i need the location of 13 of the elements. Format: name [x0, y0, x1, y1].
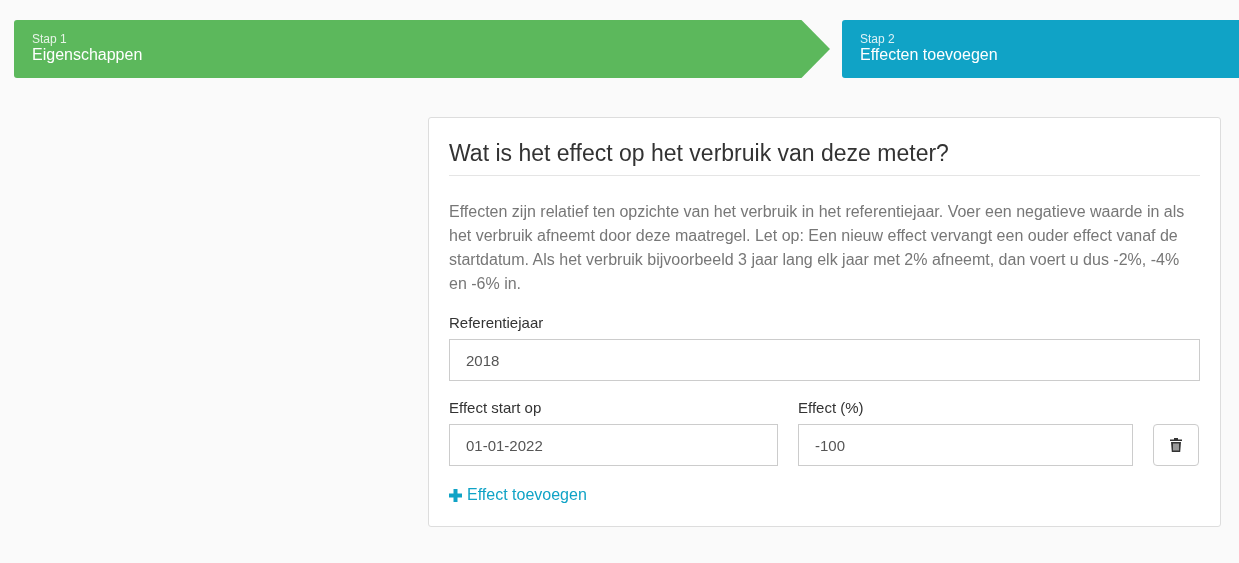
reference-year-field[interactable]: 2018 — [449, 339, 1200, 381]
field-label: Effect start op — [449, 399, 543, 416]
wizard-step[interactable]: Stap 2 Effecten toevoegen — [842, 20, 1239, 78]
field-label: Effect (%) — [798, 399, 865, 416]
wizard-step[interactable]: Stap 1 Eigenschappen — [14, 20, 830, 78]
delete-button[interactable] — [1153, 424, 1199, 466]
description-text: Effecten zijn relatief ten opzichte van het verbruik in het referentiejaar. Voer een negatieve waarde in als het verbruik afneemt door deze maatregel. Let op: Een nieuw effect vervangt een ouder effect vanaf de startdatum. Als het verbruik bijvoorbeeld 3 jaar lang elk jaar met 2% afneemt, dan voert u dus -2%, -4% en -6% in. — [449, 202, 1186, 294]
plus-icon — [449, 488, 462, 502]
card-title: Wat is het effect op het verbruik van deze meter? — [449, 140, 1200, 176]
effect-percent-field[interactable]: -100 — [798, 424, 1133, 466]
start-date-field[interactable]: 01-01-2022 — [449, 424, 778, 466]
field-label: Referentiejaar — [449, 314, 545, 331]
trash-icon — [1170, 438, 1182, 452]
